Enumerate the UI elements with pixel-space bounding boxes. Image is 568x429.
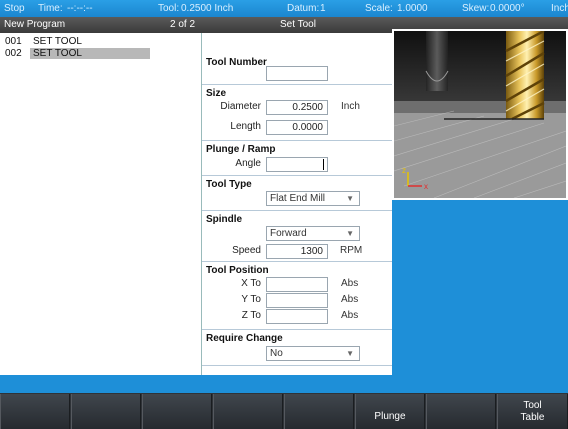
softkey-7[interactable] xyxy=(426,394,496,429)
tool-value: 0.2500 Inch xyxy=(181,3,234,14)
tool-position-title: Tool Position xyxy=(206,265,269,276)
form-title: Set Tool xyxy=(280,19,316,30)
tool-type-title: Tool Type xyxy=(206,179,252,190)
speed-input[interactable]: 1300 xyxy=(266,244,328,259)
softkey-bar: Plunge Tool Table xyxy=(0,393,568,429)
tool-position-section: Tool Position X To Abs Y To Abs Z To Abs xyxy=(202,262,392,330)
machine-mode: Stop xyxy=(4,3,25,14)
program-step-row[interactable]: 001 SET TOOL xyxy=(0,36,201,48)
y-abs-label: Abs xyxy=(341,294,359,305)
scale-label: Scale: xyxy=(365,3,393,14)
end-mill-illustration: z x xyxy=(394,31,566,198)
step-indicator: 2 of 2 xyxy=(170,19,196,30)
size-title: Size xyxy=(206,88,227,99)
text-cursor xyxy=(323,159,324,170)
spindle-title: Spindle xyxy=(206,214,243,225)
require-change-title: Require Change xyxy=(206,333,283,344)
time-value: --:--:-- xyxy=(67,3,93,14)
tool-type-section: Tool Type Flat End Mill ▼ xyxy=(202,176,392,211)
x-to-input[interactable] xyxy=(266,277,328,292)
step-label: SET TOOL xyxy=(33,36,82,47)
y-to-label: Y To xyxy=(241,294,261,305)
time-label: Time: xyxy=(38,3,63,14)
units-indicator: Inch xyxy=(551,3,568,14)
softkey-3[interactable] xyxy=(142,394,212,429)
softkey-4[interactable] xyxy=(213,394,283,429)
angle-label: Angle xyxy=(235,158,261,169)
tool-type-value: Flat End Mill xyxy=(270,193,326,204)
program-name: New Program xyxy=(4,19,66,30)
plunge-ramp-title: Plunge / Ramp xyxy=(206,144,276,155)
tool-preview: z x xyxy=(392,29,568,200)
z-to-input[interactable] xyxy=(266,309,328,324)
require-change-value: No xyxy=(270,348,283,359)
y-to-input[interactable] xyxy=(266,293,328,308)
spindle-section: Spindle Forward ▼ Speed 1300 RPM xyxy=(202,211,392,262)
x-axis-label: x xyxy=(424,182,428,191)
diameter-input[interactable]: 0.2500 xyxy=(266,100,328,115)
diameter-label: Diameter xyxy=(220,101,261,112)
length-label: Length xyxy=(230,121,261,132)
dropdown-arrow-icon: ▼ xyxy=(346,194,354,203)
spindle-direction-value: Forward xyxy=(270,228,307,239)
step-number: 002 xyxy=(5,48,22,59)
plunge-ramp-section: Plunge / Ramp Angle xyxy=(202,141,392,176)
require-change-section: Require Change No ▼ xyxy=(202,330,392,366)
softkey-label-line2: Table xyxy=(520,412,545,423)
empty-panel xyxy=(392,200,568,375)
speed-unit: RPM xyxy=(340,245,363,256)
tool-type-dropdown[interactable]: Flat End Mill ▼ xyxy=(266,191,360,206)
step-number: 001 xyxy=(5,36,22,47)
dropdown-arrow-icon: ▼ xyxy=(346,349,354,358)
softkey-label: Plunge xyxy=(374,411,406,422)
angle-input[interactable] xyxy=(266,157,328,172)
tool-number-input[interactable] xyxy=(266,66,328,81)
tool-number-title: Tool Number xyxy=(206,57,267,68)
set-tool-form: Tool Number Size Diameter 0.2500 Inch Le… xyxy=(202,33,392,375)
require-change-dropdown[interactable]: No ▼ xyxy=(266,346,360,361)
skew-label: Skew: xyxy=(462,3,490,14)
softkey-1[interactable] xyxy=(0,394,70,429)
tool-label: Tool: xyxy=(158,3,180,14)
length-input[interactable]: 0.0000 xyxy=(266,120,328,135)
status-bar: Stop Time: --:--:-- Tool: 0.2500 Inch Da… xyxy=(0,0,568,17)
softkey-label: Tool xyxy=(523,400,542,411)
skew-value: 0.0000° xyxy=(490,3,525,14)
spindle-direction-dropdown[interactable]: Forward ▼ xyxy=(266,226,360,241)
tool-number-section: Tool Number xyxy=(202,33,392,85)
step-label: SET TOOL xyxy=(30,48,150,59)
z-abs-label: Abs xyxy=(341,310,359,321)
message-strip xyxy=(0,375,568,393)
dropdown-arrow-icon: ▼ xyxy=(346,229,354,238)
size-section: Size Diameter 0.2500 Inch Length 0.0000 xyxy=(202,85,392,141)
datum-value: 1 xyxy=(320,3,326,14)
tool-table-softkey[interactable]: Tool Table xyxy=(497,394,568,429)
program-step-row[interactable]: 002 SET TOOL xyxy=(0,48,201,60)
diameter-unit: Inch xyxy=(341,101,360,112)
z-to-label: Z To xyxy=(241,310,261,321)
speed-label: Speed xyxy=(232,245,261,256)
program-step-list: 001 SET TOOL 002 SET TOOL xyxy=(0,33,202,375)
softkey-2[interactable] xyxy=(71,394,141,429)
plunge-softkey[interactable]: Plunge xyxy=(355,394,425,429)
datum-label: Datum: xyxy=(287,3,320,14)
softkey-5[interactable] xyxy=(284,394,354,429)
z-axis-label: z xyxy=(402,166,406,175)
x-abs-label: Abs xyxy=(341,278,359,289)
scale-value: 1.0000 xyxy=(397,3,428,14)
x-to-label: X To xyxy=(241,278,261,289)
